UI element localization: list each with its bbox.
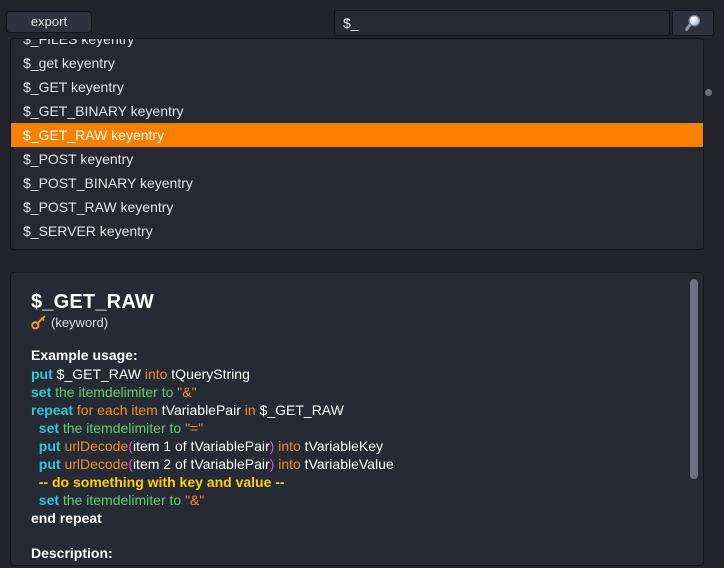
list-scrollbar-indicator[interactable]: [705, 89, 712, 96]
results-list-panel[interactable]: $_FILES keyentry $_get keyentry $_GET keye…: [10, 38, 704, 250]
code-line: repeat for each item tVariablePair in $_…: [31, 401, 679, 419]
code-token: set: [31, 492, 63, 508]
code-token: into: [144, 366, 172, 382]
result-row[interactable]: $_POST_RAW keyentry: [11, 195, 703, 219]
code-line: put urlDecode(item 1 of tVariablePair) i…: [31, 437, 679, 455]
code-token: tQueryString: [171, 366, 250, 382]
code-token: the itemdelimiter: [55, 384, 162, 400]
code-token: urlDecode: [64, 438, 129, 454]
result-row[interactable]: $_POST keyentry: [11, 147, 703, 171]
code-token: item 1 of tVariablePair: [132, 438, 270, 454]
code-token: to: [169, 492, 186, 508]
code-token: into: [274, 438, 305, 454]
top-toolbar: export: [0, 0, 724, 40]
search-input[interactable]: [334, 10, 670, 36]
code-token: to: [161, 384, 178, 400]
detail-scrollbar-thumb[interactable]: [690, 279, 698, 479]
results-list: $_FILES keyentry $_get keyentry $_GET keye…: [11, 39, 703, 243]
detail-panel: $_GET_RAW (keyword) Example usage: put $…: [10, 272, 704, 566]
code-token: put: [31, 456, 65, 472]
result-row[interactable]: $_get keyentry: [11, 51, 703, 75]
result-row[interactable]: $_SERVER keyentry: [11, 219, 703, 243]
code-token: repeat: [31, 402, 77, 418]
code-token: urlDecode: [64, 456, 129, 472]
code-token: $_GET_RAW: [56, 366, 145, 382]
code-token: end repeat: [31, 510, 102, 526]
code-token: tVariableValue: [304, 456, 394, 472]
magnifier-icon: [685, 14, 701, 31]
code-token: item 2 of tVariablePair: [132, 456, 270, 472]
code-token: the itemdelimiter: [62, 492, 170, 508]
detail-title: $_GET_RAW: [31, 291, 154, 313]
example-code-block: put $_GET_RAW into tQueryString set the i…: [31, 365, 679, 527]
code-token: -- do something with key and value --: [31, 474, 285, 490]
code-token: tVariablePair: [161, 402, 245, 418]
result-row[interactable]: $_GET_RAW keyentry: [11, 123, 703, 147]
detail-content: $_GET_RAW (keyword) Example usage: put $…: [11, 273, 703, 561]
code-token: in: [244, 402, 260, 418]
code-token: tVariableKey: [304, 438, 384, 454]
code-line: set the itemdelimiter to "&": [31, 383, 679, 401]
code-line: set the itemdelimiter to "&": [31, 491, 679, 509]
code-line: set the itemdelimiter to "=": [31, 419, 679, 437]
code-token: put: [31, 366, 57, 382]
result-row[interactable]: $_POST_BINARY keyentry: [11, 171, 703, 195]
detail-type-row: (keyword): [31, 315, 679, 330]
code-token: the itemdelimiter: [62, 420, 170, 436]
code-line: put $_GET_RAW into tQueryString: [31, 365, 679, 383]
code-token: set: [31, 420, 63, 436]
code-token: to: [169, 420, 186, 436]
code-token: for each item: [76, 402, 162, 418]
code-token: "&": [177, 384, 197, 400]
code-token: "&": [185, 492, 205, 508]
code-token: put: [31, 438, 65, 454]
description-label: Description:: [31, 545, 113, 561]
code-token: into: [274, 456, 305, 472]
search-button[interactable]: [672, 10, 714, 36]
result-row[interactable]: $_GET_BINARY keyentry: [11, 99, 703, 123]
code-token: "=": [185, 420, 204, 436]
result-row[interactable]: $_GET keyentry: [11, 75, 703, 99]
code-token: set: [31, 384, 56, 400]
detail-type-label: (keyword): [51, 315, 109, 330]
example-usage-label: Example usage:: [31, 347, 138, 363]
code-line: -- do something with key and value --: [31, 473, 679, 491]
result-row[interactable]: $_FILES keyentry: [11, 39, 703, 51]
code-token: $_GET_RAW: [259, 402, 344, 418]
detail-scrollbar[interactable]: [690, 279, 698, 561]
export-button[interactable]: export: [6, 11, 92, 33]
key-icon: [31, 315, 46, 330]
code-line: end repeat: [31, 509, 679, 527]
code-line: put urlDecode(item 2 of tVariablePair) i…: [31, 455, 679, 473]
